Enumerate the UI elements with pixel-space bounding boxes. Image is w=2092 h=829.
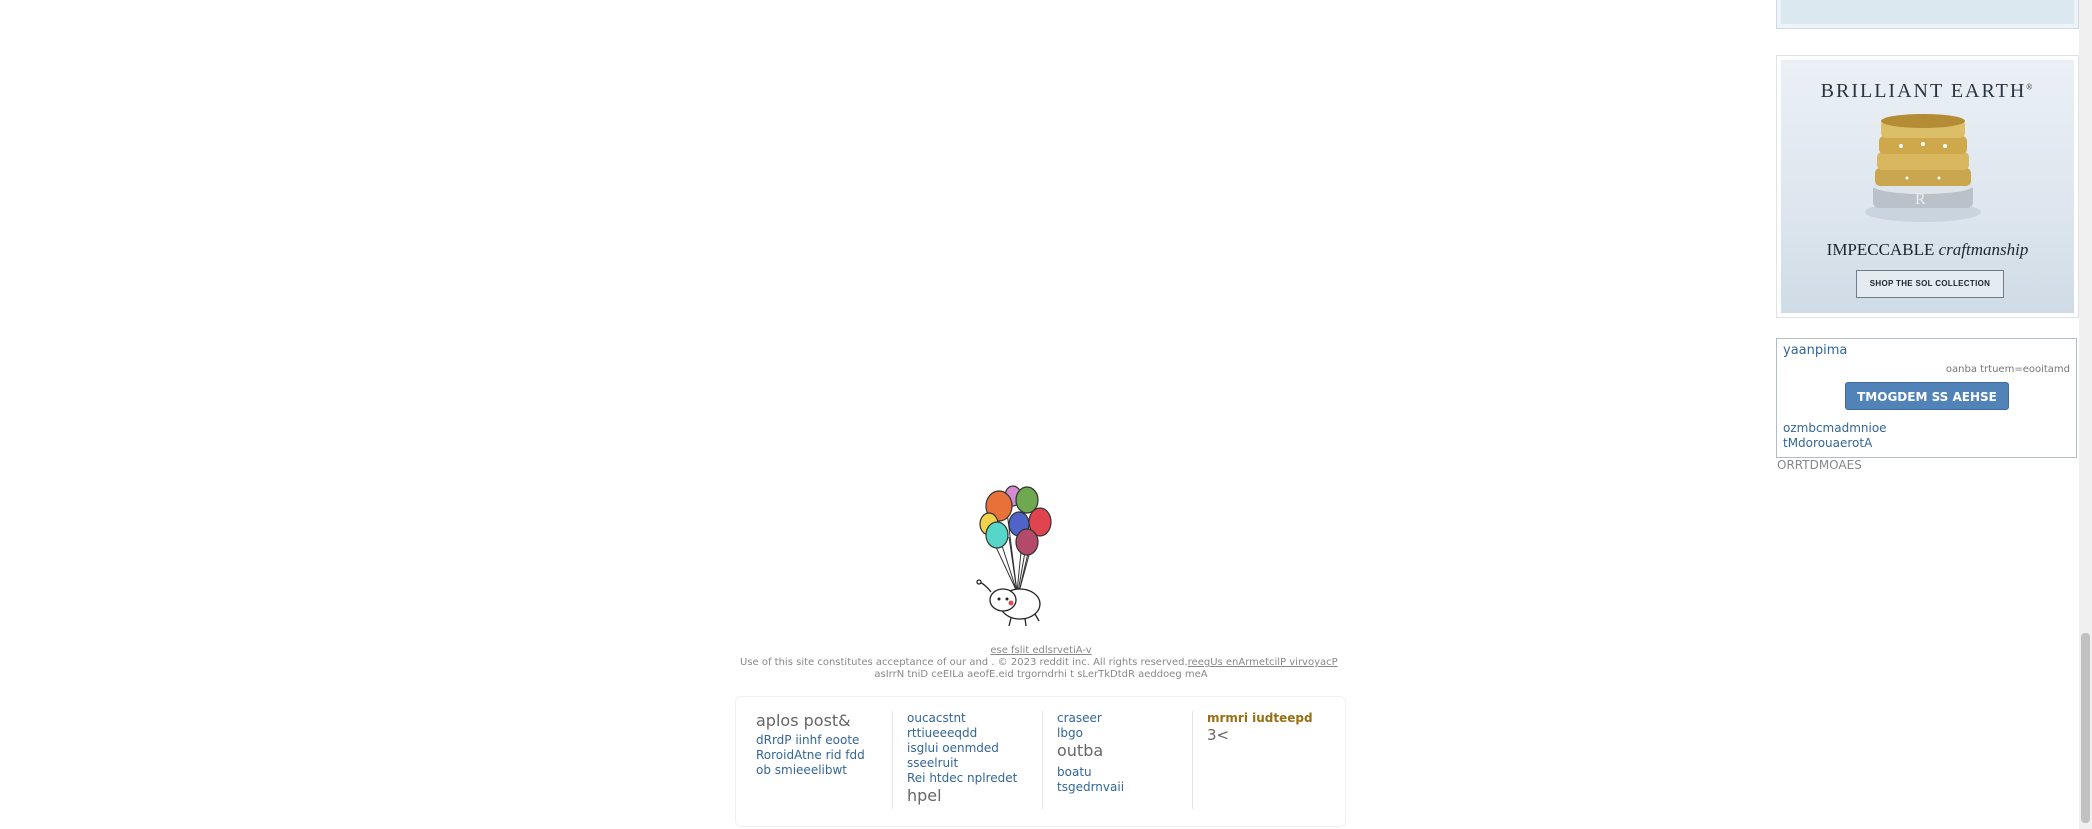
footer-link[interactable]: ob smieeelibwt [756, 763, 865, 778]
footer-link[interactable]: RoroidAtne rid fdd [756, 748, 865, 763]
ad-tagline: IMPECCABLE craftmanship [1826, 240, 2029, 259]
moderation-link-2[interactable]: tMdorouaerotA [1783, 436, 1872, 450]
sidebar-top-box [1776, 0, 2079, 29]
footer-link[interactable]: oucacstnt [907, 711, 1017, 726]
footer-link[interactable]: craseer [1057, 711, 1124, 726]
footer-link[interactable]: tsgedrnvaii [1057, 780, 1124, 795]
footer-divider [892, 711, 893, 809]
footer-link[interactable]: isglui oenmded [907, 741, 1017, 756]
scrollbar-thumb[interactable] [2081, 633, 2090, 823]
footer-section-heading: hpel [907, 786, 942, 805]
ad-banner[interactable]: BRILLIANT EARTH® R IMPECCABLE craftmansh… [1781, 60, 2074, 313]
footer-policy-links[interactable]: reegUs enArmetcilP virvoyacP [1188, 657, 1338, 668]
moderation-title[interactable]: yaanpima [1783, 343, 1847, 358]
reddit-premium-link[interactable]: mrmri iudteepd [1207, 711, 1313, 726]
footer-nav: aplos post& dRrdP iinhf eoote RoroidAtne… [735, 696, 1346, 827]
snoo-balloons-icon [976, 485, 1052, 627]
sidebar-moderation-box: yaanpima oanba trtuem=eooitamd TMOGDEM S… [1776, 338, 2077, 458]
footer-col-1-heading: aplos post& [756, 711, 851, 730]
footer-col-1: aplos post& dRrdP iinhf eoote RoroidAtne… [756, 711, 865, 778]
footer-section-heading: outba [1057, 741, 1104, 760]
message-moderators-button[interactable]: TMOGDEM SS AEHSE [1845, 382, 2009, 410]
footer-legal-line: Use of this site constitutes acceptance … [740, 657, 1338, 668]
ad-cta-button[interactable]: SHOP THE SOL COLLECTION [1856, 270, 2004, 298]
footer-link[interactable]: lbgo [1057, 726, 1124, 741]
ad-brand: BRILLIANT EARTH® [1820, 80, 2035, 102]
footer-link[interactable]: sseelruit [907, 756, 1017, 771]
sidebar-ad[interactable]: BRILLIANT EARTH® R IMPECCABLE craftmansh… [1776, 55, 2079, 318]
footer-link[interactable]: boatu [1057, 765, 1124, 780]
footer-symbol: 3< [1207, 726, 1230, 744]
footer-trademark-line: asIrrN tniD ceEILa aeofE.eid trgorndrhi … [874, 669, 1208, 680]
footer-link[interactable]: rttiueeeqdd [907, 726, 1017, 741]
svg-text:R: R [1915, 191, 1926, 208]
moderation-note: oanba trtuem=eooitamd [1945, 364, 2070, 375]
footer-divider [1192, 711, 1193, 809]
footer-col-3: craseer lbgo outba boatu tsgedrnvaii [1057, 711, 1124, 795]
sidebar-moderators-label: ORRTDMOAES [1777, 458, 1862, 472]
footer-divider [1042, 711, 1043, 809]
moderation-link-1[interactable]: ozmbcmadmnioe [1783, 421, 1887, 435]
footer-link-line[interactable]: ese fslit edlsrvetiA-v [0, 645, 2082, 656]
footer-link[interactable]: dRrdP iinhf eoote [756, 733, 865, 748]
footer-link[interactable]: Rei htdec nplredet [907, 771, 1017, 786]
page-scrollbar[interactable] [2079, 0, 2092, 829]
ad-rings-image: R [1865, 114, 1981, 222]
footer-col-2: oucacstnt rttiueeeqdd isglui oenmded sse… [907, 711, 1017, 806]
footer-col-4: mrmri iudteepd 3< [1207, 711, 1313, 744]
